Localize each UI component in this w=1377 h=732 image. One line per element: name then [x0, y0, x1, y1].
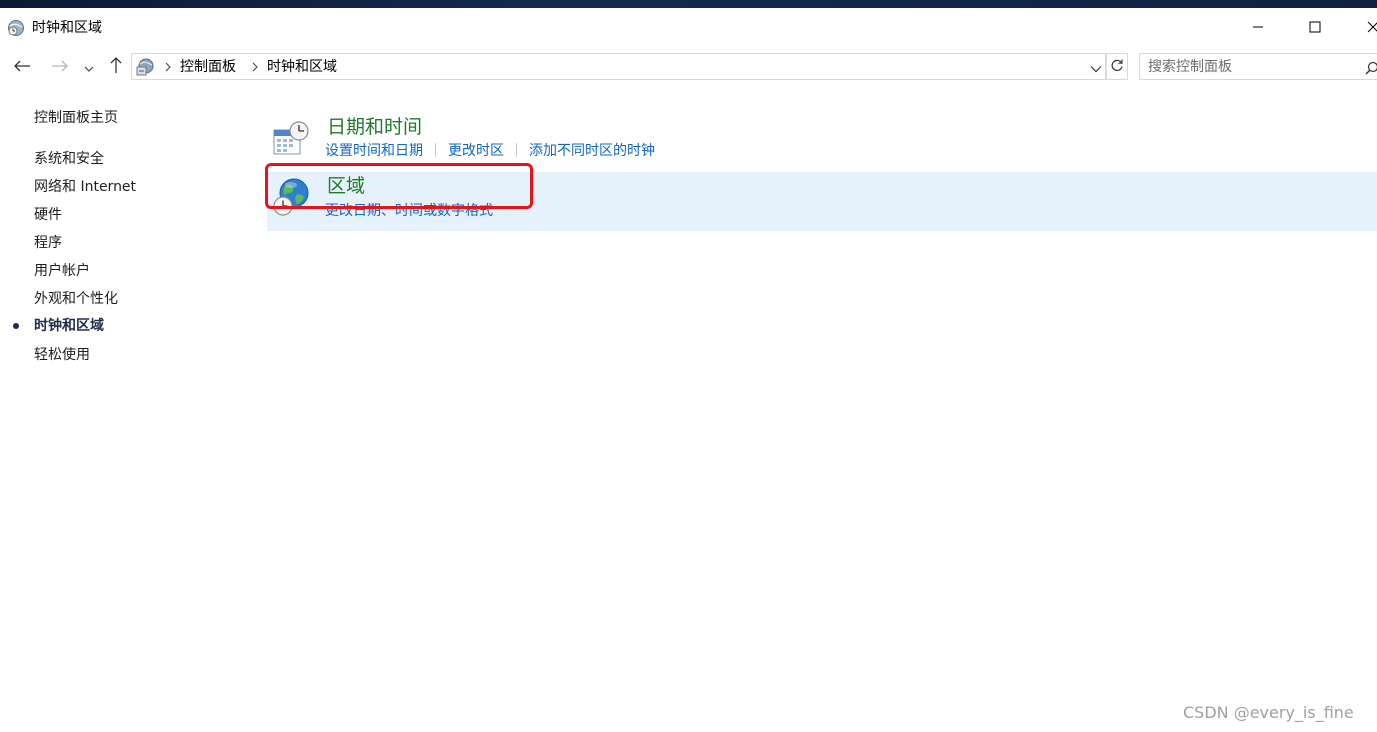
back-arrow-icon — [13, 58, 31, 77]
category-links-region: 更改日期、时间或数字格式 — [325, 201, 493, 221]
control-panel-icon — [135, 57, 155, 77]
minimize-icon — [1252, 18, 1264, 37]
maximize-button[interactable] — [1292, 8, 1338, 46]
clock-globe-icon — [7, 19, 25, 37]
sidebar-item-home[interactable]: 控制面板主页 — [34, 108, 118, 128]
address-bar[interactable]: 控制面板 时钟和区域 — [131, 53, 1106, 80]
link-change-timezone[interactable]: 更改时区 — [448, 143, 504, 159]
address-dropdown-button[interactable] — [1088, 58, 1104, 76]
recent-dropdown-icon — [84, 58, 94, 77]
maximize-icon — [1309, 18, 1321, 37]
watermark: CSDN @every_is_fine — [1183, 703, 1354, 722]
sidebar-item-programs[interactable]: 程序 — [34, 233, 62, 253]
category-title-date-time[interactable]: 日期和时间 — [327, 114, 422, 140]
forward-button[interactable] — [49, 56, 71, 78]
sidebar-item-ease-of-access[interactable]: 轻松使用 — [34, 345, 90, 365]
calendar-clock-icon — [271, 118, 311, 158]
sidebar-item-user-accounts[interactable]: 用户帐户 — [34, 261, 90, 281]
close-button[interactable] — [1350, 8, 1377, 46]
search-box[interactable] — [1139, 53, 1377, 80]
up-button[interactable] — [105, 56, 127, 78]
link-change-formats[interactable]: 更改日期、时间或数字格式 — [325, 203, 493, 219]
refresh-button[interactable] — [1106, 53, 1128, 80]
up-arrow-icon — [109, 56, 123, 78]
category-region[interactable]: 区域 更改日期、时间或数字格式 — [267, 172, 1377, 231]
sidebar-item-clock-region[interactable]: 时钟和区域 — [34, 316, 104, 336]
breadcrumb-control-panel[interactable]: 控制面板 — [180, 57, 236, 77]
link-set-time-date[interactable]: 设置时间和日期 — [325, 143, 423, 159]
breadcrumb-clock-region[interactable]: 时钟和区域 — [267, 57, 337, 77]
link-divider — [516, 143, 517, 157]
close-icon — [1367, 18, 1377, 37]
back-button[interactable] — [11, 56, 33, 78]
search-icon[interactable] — [1365, 60, 1377, 75]
sidebar-item-system-security[interactable]: 系统和安全 — [34, 149, 104, 169]
desktop-top-strip — [0, 0, 1377, 8]
minimize-button[interactable] — [1235, 8, 1281, 46]
breadcrumb-separator-icon — [250, 59, 260, 73]
title-bar[interactable]: 时钟和区域 — [0, 8, 1377, 46]
recent-locations-button[interactable] — [80, 56, 98, 78]
category-title-region[interactable]: 区域 — [327, 173, 365, 199]
category-links-date-time: 设置时间和日期 更改时区 添加不同时区的时钟 — [325, 141, 655, 161]
active-item-bullet — [13, 323, 19, 329]
sidebar-item-network[interactable]: 网络和 Internet — [34, 177, 136, 197]
link-divider — [435, 143, 436, 157]
breadcrumb-separator-icon — [163, 59, 173, 73]
search-input[interactable] — [1148, 57, 1348, 77]
sidebar-item-appearance[interactable]: 外观和个性化 — [34, 289, 118, 309]
link-add-clocks[interactable]: 添加不同时区的时钟 — [529, 143, 655, 159]
sidebar-item-hardware[interactable]: 硬件 — [34, 205, 62, 225]
refresh-icon — [1110, 57, 1124, 76]
window-title: 时钟和区域 — [32, 20, 102, 36]
chevron-down-icon — [1090, 58, 1102, 77]
forward-arrow-icon — [51, 58, 69, 77]
category-date-time: 日期和时间 设置时间和日期 更改时区 添加不同时区的时钟 — [267, 112, 1377, 167]
globe-clock-icon — [271, 177, 311, 217]
